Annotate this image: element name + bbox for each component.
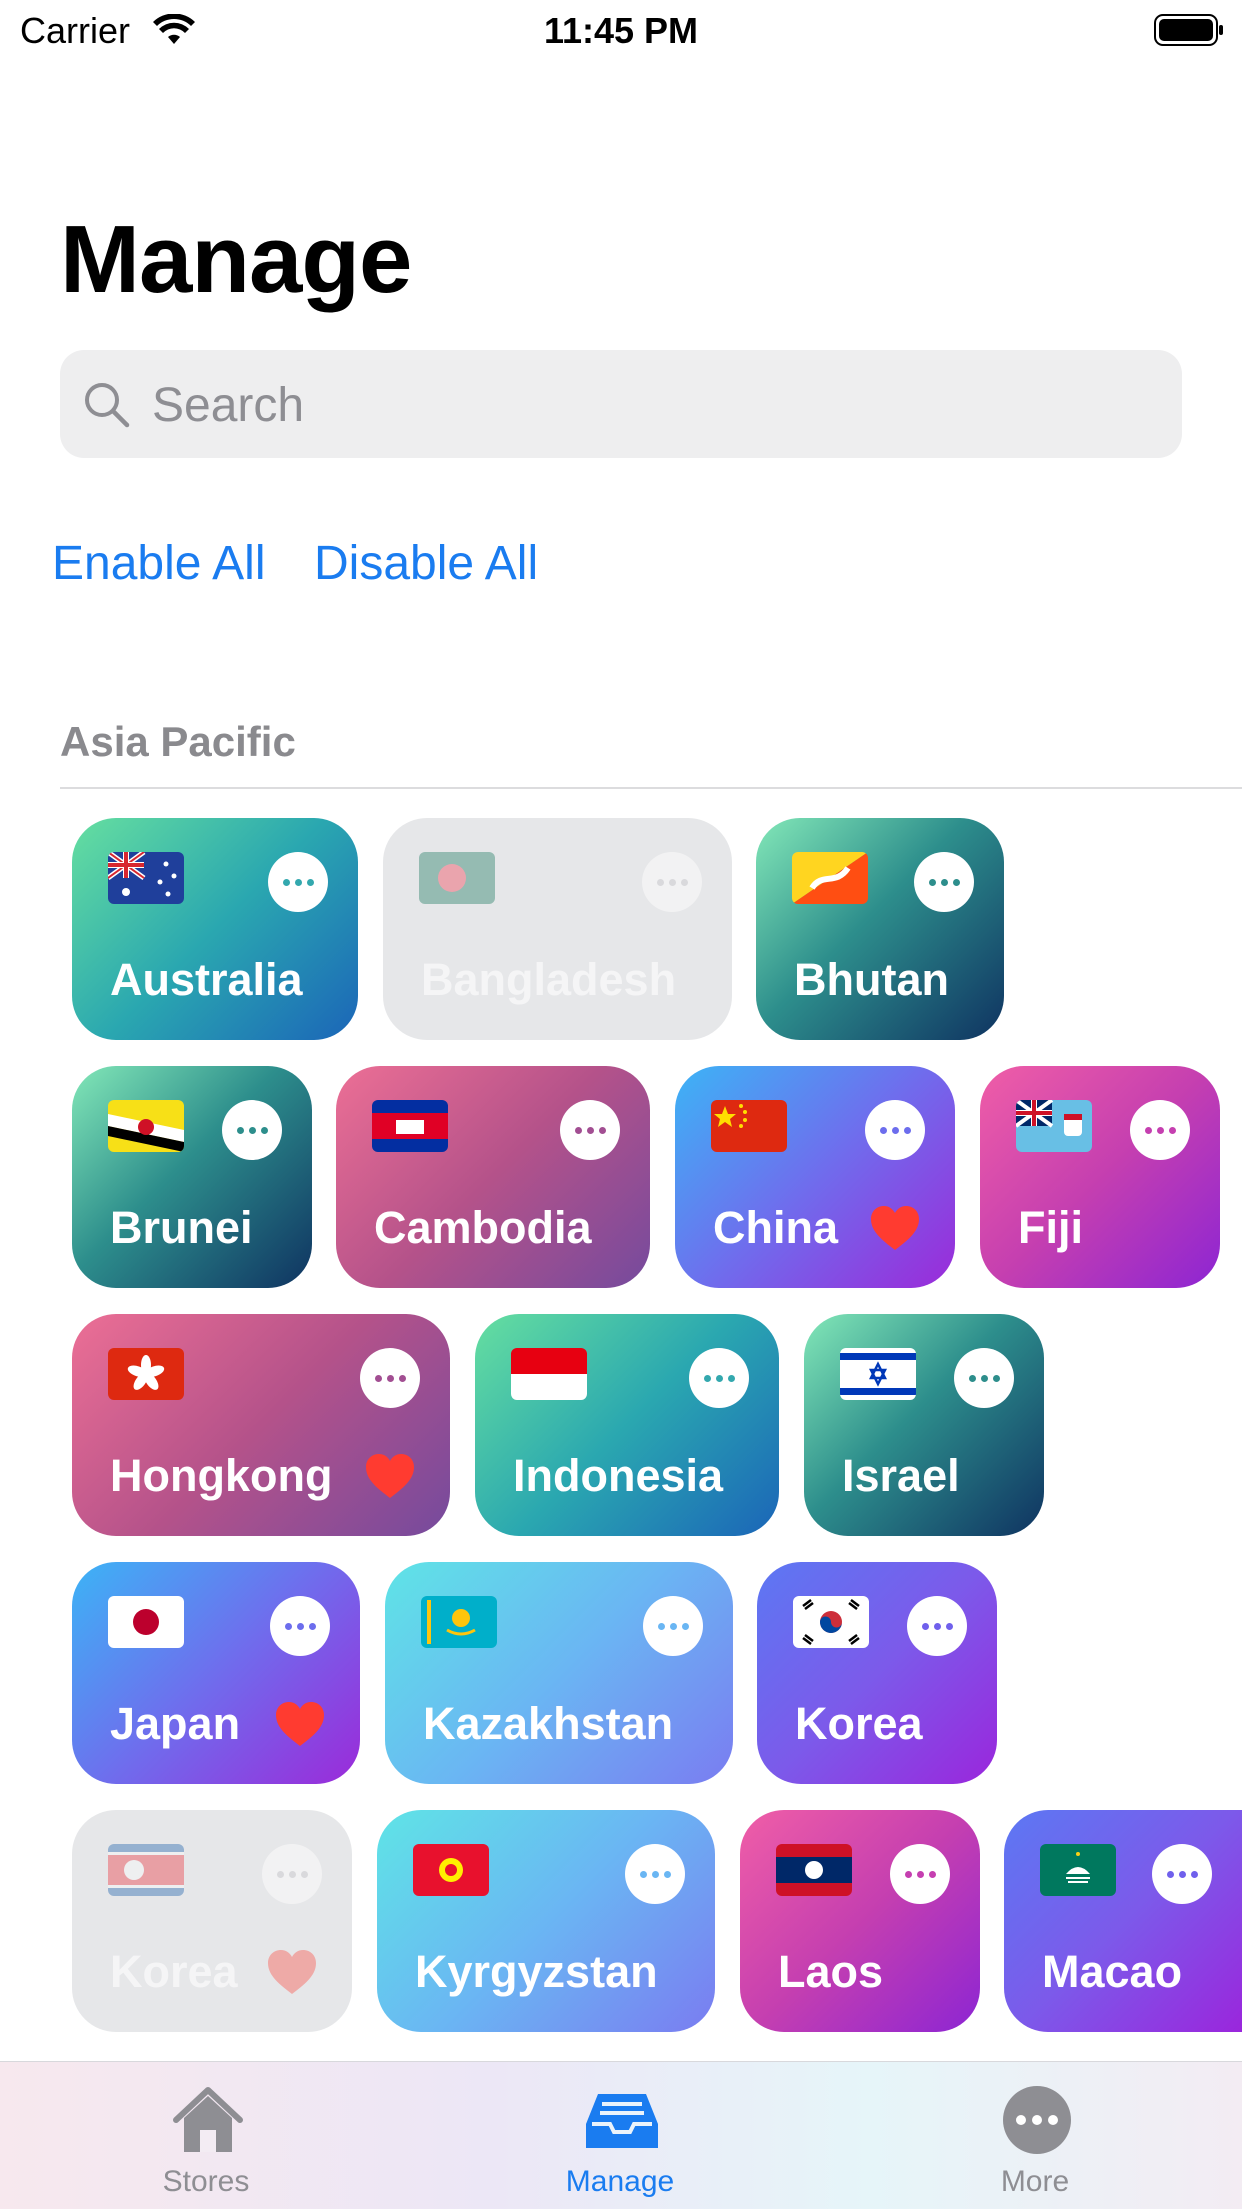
store-card-cambodia[interactable]: Cambodia bbox=[336, 1066, 650, 1288]
flag-china-icon bbox=[711, 1100, 787, 1152]
store-card-north-korea[interactable]: Korea bbox=[72, 1810, 352, 2032]
status-bar: Carrier 11:45 PM bbox=[0, 0, 1242, 62]
flag-australia-icon bbox=[108, 852, 184, 904]
store-name: Hongkong bbox=[110, 1450, 333, 1501]
flag-south-korea-icon bbox=[793, 1596, 869, 1648]
store-card-hongkong[interactable]: Hongkong bbox=[72, 1314, 450, 1536]
flag-israel-icon bbox=[840, 1348, 916, 1400]
more-options-button[interactable] bbox=[360, 1348, 420, 1408]
store-card-china[interactable]: China bbox=[675, 1066, 955, 1288]
battery-icon bbox=[1154, 14, 1223, 46]
flag-indonesia-icon bbox=[511, 1348, 587, 1400]
store-name: Japan bbox=[110, 1698, 241, 1749]
tab-manage[interactable]: Manage bbox=[520, 2062, 720, 2209]
tab-more[interactable]: More bbox=[935, 2062, 1135, 2209]
page-title: Manage bbox=[60, 206, 412, 313]
store-card-kazakhstan[interactable]: Kazakhstan bbox=[385, 1562, 733, 1784]
search-input[interactable] bbox=[150, 350, 1154, 460]
more-options-button[interactable] bbox=[222, 1100, 282, 1160]
store-name: Australia bbox=[110, 954, 303, 1005]
store-card-macao[interactable]: Macao bbox=[1004, 1810, 1242, 2032]
flag-hongkong-icon bbox=[108, 1348, 184, 1400]
more-options-button[interactable] bbox=[890, 1844, 950, 1904]
store-name: Kazakhstan bbox=[423, 1698, 674, 1749]
more-options-button[interactable] bbox=[1152, 1844, 1212, 1904]
store-name: Kyrgyzstan bbox=[415, 1946, 658, 1997]
more-options-button[interactable] bbox=[914, 852, 974, 912]
enable-all-button[interactable]: Enable All bbox=[52, 536, 266, 591]
store-name: Bhutan bbox=[794, 954, 949, 1005]
more-options-button[interactable] bbox=[689, 1348, 749, 1408]
store-name: Brunei bbox=[110, 1202, 253, 1253]
store-card-japan[interactable]: Japan bbox=[72, 1562, 360, 1784]
store-name: Fiji bbox=[1018, 1202, 1083, 1253]
store-name: Korea bbox=[110, 1946, 238, 1997]
more-options-button[interactable] bbox=[560, 1100, 620, 1160]
tab-bar: Stores Manage More bbox=[0, 2061, 1242, 2209]
more-options-button[interactable] bbox=[907, 1596, 967, 1656]
flag-kyrgyzstan-icon bbox=[413, 1844, 489, 1896]
store-card-brunei[interactable]: Brunei bbox=[72, 1066, 312, 1288]
flag-bangladesh-icon bbox=[419, 852, 495, 904]
flag-macao-icon bbox=[1040, 1844, 1116, 1896]
more-circle-icon bbox=[1003, 2086, 1071, 2154]
store-name: Indonesia bbox=[513, 1450, 724, 1501]
flag-japan-icon bbox=[108, 1596, 184, 1648]
store-name: Korea bbox=[795, 1698, 923, 1749]
more-options-button[interactable] bbox=[954, 1348, 1014, 1408]
favorite-heart-icon[interactable] bbox=[266, 1948, 318, 1996]
flag-laos-icon bbox=[776, 1844, 852, 1896]
more-options-button[interactable] bbox=[642, 852, 702, 912]
flag-north-korea-icon bbox=[108, 1844, 184, 1896]
store-card-bangladesh[interactable]: Bangladesh bbox=[383, 818, 732, 1040]
house-icon bbox=[173, 2087, 243, 2152]
tray-icon bbox=[586, 2094, 658, 2148]
store-card-kyrgyzstan[interactable]: Kyrgyzstan bbox=[377, 1810, 715, 2032]
store-card-israel[interactable]: Israel bbox=[804, 1314, 1044, 1536]
favorite-heart-icon[interactable] bbox=[869, 1204, 921, 1252]
tab-stores[interactable]: Stores bbox=[106, 2062, 306, 2209]
store-name: Laos bbox=[778, 1946, 884, 1997]
search-bar[interactable] bbox=[60, 350, 1182, 460]
favorite-heart-icon[interactable] bbox=[364, 1452, 416, 1500]
more-options-button[interactable] bbox=[1130, 1100, 1190, 1160]
more-options-button[interactable] bbox=[270, 1596, 330, 1656]
flag-brunei-icon bbox=[108, 1100, 184, 1152]
tab-more-label: More bbox=[1000, 2165, 1070, 2198]
store-name: Bangladesh bbox=[421, 954, 677, 1005]
favorite-heart-icon[interactable] bbox=[274, 1700, 326, 1748]
flag-cambodia-icon bbox=[372, 1100, 448, 1152]
store-name: Cambodia bbox=[374, 1202, 592, 1253]
more-options-button[interactable] bbox=[268, 852, 328, 912]
store-card-laos[interactable]: Laos bbox=[740, 1810, 980, 2032]
more-options-button[interactable] bbox=[643, 1596, 703, 1656]
flag-fiji-icon bbox=[1016, 1100, 1092, 1152]
store-name: Israel bbox=[842, 1450, 960, 1501]
flag-kazakhstan-icon bbox=[421, 1596, 497, 1648]
section-title: Asia Pacific bbox=[60, 718, 296, 765]
more-options-button[interactable] bbox=[262, 1844, 322, 1904]
section-divider bbox=[60, 787, 1242, 789]
store-name: China bbox=[713, 1202, 839, 1253]
disable-all-button[interactable]: Disable All bbox=[314, 536, 538, 591]
flag-bhutan-icon bbox=[792, 852, 868, 904]
store-name: Macao bbox=[1042, 1946, 1183, 1997]
store-card-australia[interactable]: Australia bbox=[72, 818, 358, 1040]
more-options-button[interactable] bbox=[865, 1100, 925, 1160]
more-options-button[interactable] bbox=[625, 1844, 685, 1904]
tab-stores-label: Stores bbox=[162, 2165, 250, 2198]
store-card-indonesia[interactable]: Indonesia bbox=[475, 1314, 779, 1536]
store-card-bhutan[interactable]: Bhutan bbox=[756, 818, 1004, 1040]
store-card-fiji[interactable]: Fiji bbox=[980, 1066, 1220, 1288]
clock: 11:45 PM bbox=[543, 10, 699, 51]
tab-manage-label: Manage bbox=[565, 2165, 675, 2198]
search-icon bbox=[85, 383, 130, 428]
store-card-korea[interactable]: Korea bbox=[757, 1562, 997, 1784]
